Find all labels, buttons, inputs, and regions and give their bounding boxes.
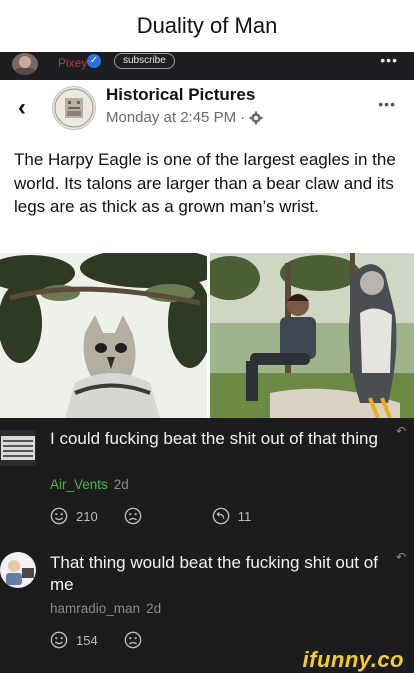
verified-icon: ✓ bbox=[87, 54, 101, 68]
subscribe-button[interactable]: subscribe bbox=[114, 53, 175, 69]
comment-age: 2d bbox=[113, 477, 129, 492]
reply-count: 11 bbox=[237, 508, 252, 524]
post-more-icon[interactable]: ••• bbox=[378, 96, 396, 112]
comment-age: 2d bbox=[146, 601, 162, 616]
more-options-icon[interactable]: ••• bbox=[380, 52, 398, 68]
post-timestamp-row: Monday at 2:45 PM · bbox=[106, 109, 263, 126]
harpy-eagle-photo bbox=[0, 253, 207, 418]
post-timestamp: Monday at 2:45 PM · bbox=[106, 109, 246, 126]
replies-icon[interactable] bbox=[212, 507, 230, 525]
avatar[interactable] bbox=[0, 552, 36, 588]
smile-count: 210 bbox=[76, 508, 98, 524]
top-strip: Pixey ✓ subscribe ••• bbox=[0, 52, 414, 80]
comment-actions: 154 bbox=[50, 631, 142, 649]
avatar[interactable] bbox=[12, 53, 38, 75]
gear-icon bbox=[249, 110, 263, 125]
smile-count: 154 bbox=[76, 632, 98, 648]
comment-username[interactable]: Air_Vents bbox=[50, 477, 108, 492]
smile-icon[interactable] bbox=[50, 631, 68, 649]
smile-icon[interactable] bbox=[50, 507, 68, 525]
comment-meta: Air_Vents 2d bbox=[50, 477, 129, 492]
comment-username[interactable]: hamradio_man bbox=[50, 601, 140, 616]
meme-title: Duality of Man bbox=[0, 0, 414, 52]
back-icon[interactable]: ‹ bbox=[18, 94, 26, 122]
ifunny-watermark: ifunny.co bbox=[302, 647, 404, 672]
reply-icon[interactable]: ↶ bbox=[396, 550, 406, 564]
comment-text: That thing would beat the fucking shit o… bbox=[50, 553, 378, 594]
comment-actions: 210 11 bbox=[50, 507, 251, 525]
facebook-post: ‹ Historical Pictures Monday at 2:45 PM … bbox=[0, 80, 414, 253]
strip-username[interactable]: Pixey bbox=[58, 56, 87, 70]
comments-section: I could fucking beat the shit out of tha… bbox=[0, 418, 414, 656]
man-with-eagle-photo bbox=[210, 253, 414, 418]
page-avatar[interactable] bbox=[52, 86, 96, 130]
avatar[interactable] bbox=[0, 430, 36, 466]
frown-icon[interactable] bbox=[124, 631, 142, 649]
post-text: The Harpy Eagle is one of the largest ea… bbox=[14, 150, 396, 216]
reply-icon[interactable]: ↶ bbox=[396, 424, 406, 438]
comment-text: I could fucking beat the shit out of tha… bbox=[50, 429, 378, 448]
frown-icon[interactable] bbox=[124, 507, 142, 525]
page-name[interactable]: Historical Pictures bbox=[106, 85, 255, 105]
comment-meta: hamradio_man 2d bbox=[50, 601, 161, 616]
